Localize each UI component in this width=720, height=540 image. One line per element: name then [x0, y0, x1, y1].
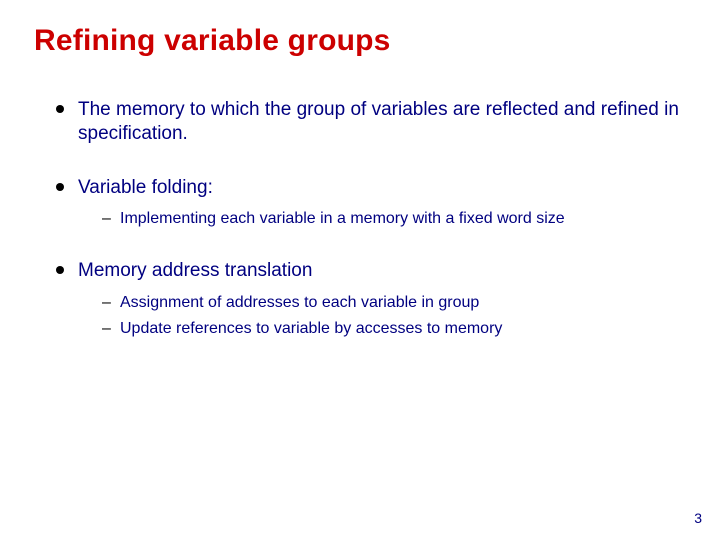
- sub-list-item: Update references to variable by accesse…: [102, 319, 690, 339]
- slide: Refining variable groups The memory to w…: [0, 0, 720, 540]
- page-number: 3: [694, 510, 702, 526]
- sub-list-item: Assignment of addresses to each variable…: [102, 293, 690, 313]
- sub-list-item-text: Update references to variable by accesse…: [120, 320, 502, 337]
- list-item-text: The memory to which the group of variabl…: [78, 99, 679, 144]
- list-item: Memory address translation Assignment of…: [56, 259, 690, 339]
- list-item: Variable folding: Implementing each vari…: [56, 176, 690, 230]
- sub-list-item: Implementing each variable in a memory w…: [102, 209, 690, 229]
- sub-list-item-text: Implementing each variable in a memory w…: [120, 210, 565, 227]
- sub-list: Implementing each variable in a memory w…: [78, 209, 690, 229]
- bullet-list: The memory to which the group of variabl…: [34, 98, 690, 339]
- slide-title: Refining variable groups: [34, 24, 690, 58]
- sub-list: Assignment of addresses to each variable…: [78, 293, 690, 339]
- list-item-text: Memory address translation: [78, 260, 312, 281]
- list-item: The memory to which the group of variabl…: [56, 98, 690, 146]
- sub-list-item-text: Assignment of addresses to each variable…: [120, 294, 479, 311]
- list-item-text: Variable folding:: [78, 177, 213, 198]
